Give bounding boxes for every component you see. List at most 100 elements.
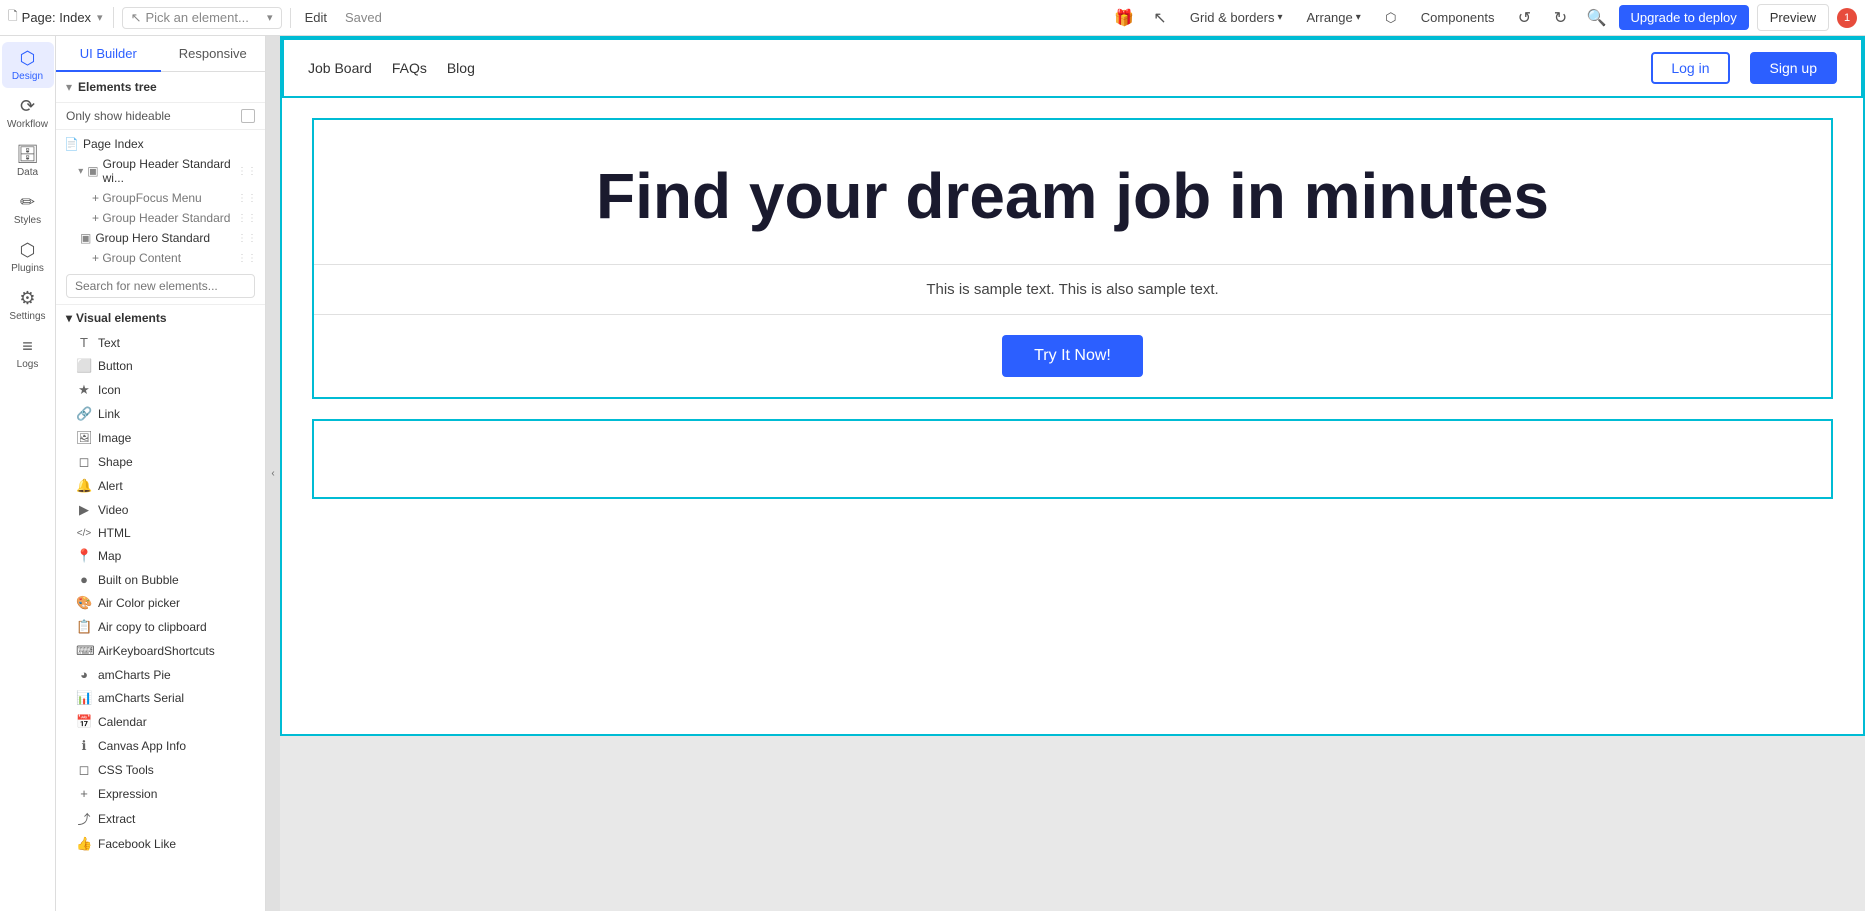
ve-item-shape[interactable]: ◻ Shape — [56, 450, 265, 474]
amcharts-serial-icon: 📊 — [76, 690, 92, 706]
elements-tree-header: ▾ Elements tree — [56, 72, 265, 103]
arrange-button[interactable]: Arrange ▾ — [1299, 6, 1369, 29]
ve-item-canvas-app-info[interactable]: ℹ Canvas App Info — [56, 734, 265, 758]
amcharts-pie-icon: ◕ — [76, 667, 92, 682]
sidebar-item-logs[interactable]: ≡ Logs — [2, 330, 54, 376]
tree-item-label-groupfocus: + GroupFocus Menu — [92, 191, 202, 205]
sidebar-item-design[interactable]: ⬡ Design — [2, 42, 54, 88]
components-label: Components — [1421, 10, 1495, 25]
drag-handle-icon: ⋮⋮ — [237, 253, 257, 264]
icon-sidebar: ⬡ Design ⟳ Workflow 🗄 Data ✏ Styles ⬡ Pl… — [0, 36, 56, 911]
login-button[interactable]: Log in — [1651, 52, 1729, 84]
ve-item-air-copy-clipboard[interactable]: 📋 Air copy to clipboard — [56, 615, 265, 639]
visual-elements-header[interactable]: ▾ Visual elements — [56, 305, 265, 331]
ve-item-text[interactable]: T Text — [56, 331, 265, 354]
ve-label-expression: Expression — [98, 787, 157, 801]
nav-link-blog[interactable]: Blog — [447, 60, 475, 76]
ve-item-expression[interactable]: + Expression — [56, 782, 265, 805]
pick-element-dropdown[interactable]: ↖ Pick an element... ▾ — [122, 7, 282, 29]
ve-chevron-icon: ▾ — [66, 311, 72, 325]
left-panel: UI Builder Responsive ▾ Elements tree On… — [56, 36, 266, 911]
pick-element-chevron-icon: ▾ — [267, 11, 273, 24]
signup-button[interactable]: Sign up — [1750, 52, 1837, 84]
ve-item-built-on-bubble[interactable]: ● Built on Bubble — [56, 568, 265, 591]
redo-icon[interactable]: ↻ — [1547, 4, 1575, 32]
app-bottom-section — [312, 419, 1833, 499]
ve-item-map[interactable]: 📍 Map — [56, 544, 265, 568]
tab-ui-builder[interactable]: UI Builder — [56, 36, 161, 72]
hero-title-section: Find your dream job in minutes — [314, 120, 1831, 265]
tree-item-group-header-standard[interactable]: ▾ ▣ Group Header Standard wi... ⋮⋮ — [56, 154, 265, 188]
only-hideable-checkbox[interactable] — [241, 109, 255, 123]
upgrade-button[interactable]: Upgrade to deploy — [1619, 5, 1749, 30]
arrange-label: Arrange — [1307, 10, 1353, 25]
canvas-area[interactable]: Job Board FAQs Blog Log in Sign up Find … — [280, 36, 1865, 911]
tree-item-group-content[interactable]: + Group Content ⋮⋮ — [56, 248, 265, 268]
tree-item-group-header-standard-2[interactable]: + Group Header Standard ⋮⋮ — [56, 208, 265, 228]
ve-item-extract[interactable]: ⤴ Extract — [56, 805, 265, 832]
ve-label-shape: Shape — [98, 455, 133, 469]
page-label-text: Page: Index — [22, 10, 91, 25]
nav-link-faqs[interactable]: FAQs — [392, 60, 427, 76]
nav-link-job-board[interactable]: Job Board — [308, 60, 372, 76]
ve-item-air-keyboard[interactable]: ⌨ AirKeyboardShortcuts — [56, 639, 265, 663]
panel-collapse-handle[interactable]: ‹ — [266, 36, 280, 911]
sidebar-item-data[interactable]: 🗄 Data — [2, 138, 54, 184]
tree-item-page-index[interactable]: 📄 Page Index — [56, 134, 265, 154]
gift-icon[interactable]: 🎁 — [1110, 4, 1138, 32]
ve-label-facebook-like: Facebook Like — [98, 837, 176, 851]
ve-label-map: Map — [98, 549, 121, 563]
ve-item-amcharts-serial[interactable]: 📊 amCharts Serial — [56, 686, 265, 710]
sidebar-label-styles: Styles — [14, 215, 41, 226]
button-icon: ⬜ — [76, 358, 92, 374]
ve-item-alert[interactable]: 🔔 Alert — [56, 474, 265, 498]
ve-item-calendar[interactable]: 📅 Calendar — [56, 710, 265, 734]
ve-item-video[interactable]: ▶ Video — [56, 498, 265, 522]
page-label: 🗋 Page: Index ▾ — [8, 7, 114, 28]
ve-item-icon[interactable]: ★ Icon — [56, 378, 265, 402]
drag-handle-icon: ⋮⋮ — [237, 213, 257, 224]
drag-handle-icon: ⋮⋮ — [237, 233, 257, 244]
tree-item-group-hero-standard[interactable]: ▣ Group Hero Standard ⋮⋮ — [56, 228, 265, 248]
group-icon: ▣ — [87, 164, 98, 178]
ve-item-amcharts-pie[interactable]: ◕ amCharts Pie — [56, 663, 265, 686]
topbar-right: 🎁 ↖ Grid & borders ▾ Arrange ▾ ⬡ Compone… — [1110, 4, 1857, 32]
ve-item-facebook-like[interactable]: 👍 Facebook Like — [56, 832, 265, 856]
undo-icon[interactable]: ↺ — [1511, 4, 1539, 32]
visual-elements-label: Visual elements — [76, 311, 167, 325]
sidebar-item-plugins[interactable]: ⬡ Plugins — [2, 234, 54, 280]
preview-button[interactable]: Preview — [1757, 4, 1829, 31]
cursor-tool-icon[interactable]: ↖ — [1146, 4, 1174, 32]
ve-item-air-color-picker[interactable]: 🎨 Air Color picker — [56, 591, 265, 615]
group-hero-icon: ▣ — [80, 231, 91, 245]
search-icon[interactable]: 🔍 — [1583, 4, 1611, 32]
sidebar-item-settings[interactable]: ⚙ Settings — [2, 282, 54, 328]
tab-responsive[interactable]: Responsive — [161, 36, 266, 72]
design-icon: ⬡ — [20, 48, 36, 69]
chevron-down-icon[interactable]: ▾ — [66, 80, 72, 94]
air-keyboard-icon: ⌨ — [76, 643, 92, 659]
page-chevron-icon[interactable]: ▾ — [97, 11, 103, 24]
tree-item-groupfocus-menu[interactable]: + GroupFocus Menu ⋮⋮ — [56, 188, 265, 208]
ve-item-button[interactable]: ⬜ Button — [56, 354, 265, 378]
edit-button[interactable]: Edit — [299, 10, 333, 25]
page-icon: 🗋 — [8, 7, 18, 28]
workflow-icon: ⟳ — [20, 96, 35, 117]
main-layout: ⬡ Design ⟳ Workflow 🗄 Data ✏ Styles ⬡ Pl… — [0, 36, 1865, 911]
sidebar-item-styles[interactable]: ✏ Styles — [2, 186, 54, 232]
sidebar-item-workflow[interactable]: ⟳ Workflow — [2, 90, 54, 136]
try-it-now-button[interactable]: Try It Now! — [1002, 335, 1143, 377]
ve-item-image[interactable]: 🖼 Image — [56, 426, 265, 450]
visual-elements-list: T Text ⬜ Button ★ Icon 🔗 Link 🖼 Imag — [56, 331, 265, 856]
notification-badge[interactable]: 1 — [1837, 8, 1857, 28]
search-input[interactable] — [66, 274, 255, 298]
grid-borders-button[interactable]: Grid & borders ▾ — [1182, 6, 1291, 29]
ve-item-link[interactable]: 🔗 Link — [56, 402, 265, 426]
ve-label-amcharts-serial: amCharts Serial — [98, 691, 184, 705]
sidebar-label-plugins: Plugins — [11, 263, 44, 274]
ve-item-html[interactable]: </> HTML — [56, 522, 265, 544]
topbar-divider-1 — [290, 8, 291, 28]
only-hideable-label: Only show hideable — [66, 109, 235, 123]
ve-item-css-tools[interactable]: ◻ CSS Tools — [56, 758, 265, 782]
components-button[interactable]: Components — [1413, 6, 1503, 29]
